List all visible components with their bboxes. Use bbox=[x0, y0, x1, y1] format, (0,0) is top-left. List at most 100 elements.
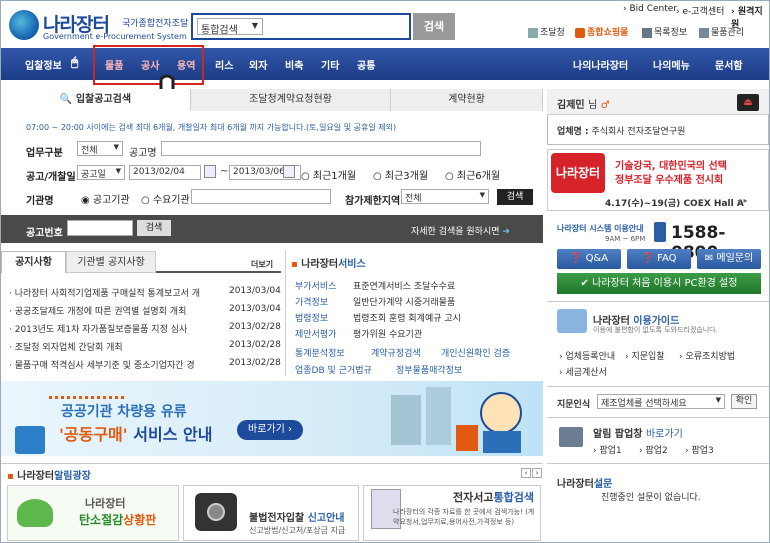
biz-type-label: 업무구분 bbox=[26, 148, 63, 159]
bid-center-link[interactable]: › Bid Center bbox=[623, 4, 677, 14]
nav-lease[interactable]: 리스 bbox=[215, 57, 233, 72]
notice-date: 2013/03/04 bbox=[229, 304, 281, 314]
guide-tax-link[interactable]: › 세금계산서 bbox=[559, 365, 607, 378]
goods-management-link[interactable]: 물품관리 bbox=[699, 25, 744, 38]
fuel-drum-icon bbox=[15, 426, 45, 454]
archive-desc: 나라장터의 각종 자료를 한 곳에서 검색가능! (계약요청서,업무지료,용어사… bbox=[393, 508, 535, 526]
contract-rules-link[interactable]: 계약규정검색 bbox=[371, 346, 421, 359]
period-3m-radio[interactable]: ○ 최근3개월 bbox=[373, 167, 428, 182]
notices-more-link[interactable]: 더보기 bbox=[251, 259, 273, 270]
popup-more-link[interactable]: 바로가기 bbox=[646, 429, 683, 440]
cart-icon bbox=[575, 27, 585, 38]
mouse-icon: 🖱 bbox=[71, 55, 79, 69]
services-title: ▪ 나라장터서비스 bbox=[291, 259, 366, 270]
question-icon: ❓ bbox=[569, 253, 583, 264]
service-key[interactable]: 가격정보 bbox=[295, 295, 328, 308]
notice-row[interactable]: · 2013년도 제1차 자가품질보증물품 지정 심사 bbox=[9, 322, 207, 335]
pc-setup-button[interactable]: ✔ 나라장터 처음 이용시 PC환경 설정 bbox=[557, 273, 761, 294]
goods-sale-link[interactable]: 정부물품매각정보 bbox=[396, 363, 462, 376]
industry-db-link[interactable]: 업종DB 및 근거법규 bbox=[295, 363, 372, 376]
tab-notices[interactable]: 공지사항 bbox=[1, 251, 66, 273]
agency-label: 기관명 bbox=[26, 196, 54, 207]
fingerprint-select[interactable]: 제조업체를 선택하세요 ▼ bbox=[597, 394, 725, 409]
biz-type-select[interactable]: 전체 ▼ bbox=[77, 141, 123, 156]
service-value[interactable]: 일반단가계약 시중거래물품 bbox=[353, 295, 455, 308]
service-key[interactable]: 부가서비스 bbox=[295, 279, 336, 292]
guide-fingerprint-link[interactable]: › 지문입찰 bbox=[625, 349, 665, 362]
notice-row[interactable]: · 조달청 외자업체 간담회 개최 bbox=[9, 340, 207, 353]
notice-row[interactable]: · 나라장터 사회적기업제품 구매실적 통계보고서 개 bbox=[9, 286, 207, 299]
expo-pager-icon[interactable]: ◂ ▸ bbox=[737, 196, 748, 205]
stats-link[interactable]: 통계분석정보 bbox=[295, 346, 345, 359]
identity-check-link[interactable]: 개인신원확인 검증 bbox=[441, 346, 510, 359]
period-6m-radio[interactable]: ○ 최근6개월 bbox=[445, 167, 500, 182]
archive-title: 전자서고통합검색 bbox=[453, 491, 534, 504]
service-key[interactable]: 법령정보 bbox=[295, 311, 328, 324]
notice-name-input[interactable] bbox=[161, 141, 481, 156]
service-value[interactable]: 평가위원 수요기관 bbox=[353, 327, 422, 340]
notice-number-input[interactable] bbox=[67, 220, 133, 236]
banner-line1: 공공기관 차량용 유류 bbox=[61, 404, 187, 420]
search-notice: 07:00 ~ 20:00 사이에는 검색 최대 6개월, 개찰일자 최대 6개… bbox=[26, 123, 397, 132]
popup-link-3[interactable]: › 팝업3 bbox=[685, 443, 714, 456]
catalog-link[interactable]: 목록정보 bbox=[642, 25, 687, 38]
calendar-from-icon[interactable] bbox=[204, 165, 216, 178]
tab-contract-request[interactable]: 조달청계약요청현황 bbox=[191, 89, 391, 111]
user-greeting: 김제민 님 ♂ bbox=[557, 100, 610, 111]
next-arrow-icon[interactable]: › bbox=[532, 468, 542, 478]
shopping-mall-link[interactable]: 종합쇼핑몰 bbox=[575, 25, 628, 38]
date-type-select[interactable]: 공고일 ▼ bbox=[77, 165, 125, 180]
nav-documents[interactable]: 문서함 bbox=[715, 57, 743, 72]
service-value[interactable]: 표준연계서비스 조달수수료 bbox=[353, 279, 455, 292]
nav-bid-info[interactable]: 입찰정보 bbox=[25, 57, 62, 72]
nav-stockpile[interactable]: 비축 bbox=[285, 57, 303, 72]
tab-bid-search[interactable]: 🔍 입찰공고검색 bbox=[1, 89, 191, 111]
agency-input[interactable] bbox=[191, 189, 331, 204]
logo-icon[interactable] bbox=[9, 10, 39, 40]
guide-error-link[interactable]: › 오류조치방법 bbox=[679, 349, 735, 362]
search-button[interactable]: 검색 bbox=[413, 13, 455, 40]
nav-my-menu[interactable]: 나의메뉴 bbox=[653, 57, 690, 72]
nav-my-naramarket[interactable]: 나의나라장터 bbox=[573, 57, 628, 72]
logout-icon[interactable]: ⏏ bbox=[737, 94, 759, 111]
services-bullet-icon: ▪ bbox=[291, 259, 298, 270]
fingerprint-confirm-button[interactable]: 확인 bbox=[731, 394, 757, 409]
agency-notice-radio[interactable]: ◉ 공고기관 bbox=[81, 191, 130, 206]
mail-button[interactable]: ✉ 메일문의 bbox=[697, 249, 761, 269]
agency-demand-radio[interactable]: ○ 수요기관 bbox=[141, 191, 190, 206]
nav-common[interactable]: 공통 bbox=[357, 57, 375, 72]
faq-button[interactable]: ❓ FAQ bbox=[627, 249, 691, 269]
banner-go-button[interactable]: 바로가기 › bbox=[237, 420, 303, 440]
region-select[interactable]: 전체 ▼ bbox=[401, 189, 489, 204]
service-key[interactable]: 제안서평가 bbox=[295, 327, 336, 340]
popup-link-1[interactable]: › 팝업1 bbox=[593, 443, 622, 456]
calendar-to-icon[interactable] bbox=[283, 165, 295, 178]
tab-agency-notices[interactable]: 기관별 공지사항 bbox=[66, 251, 156, 273]
chevron-down-icon: ▼ bbox=[251, 21, 258, 30]
notice-number-search-button[interactable]: 검색 bbox=[137, 220, 171, 236]
refuel-illustration-icon bbox=[391, 387, 522, 453]
nav-foreign[interactable]: 외자 bbox=[249, 57, 267, 72]
tab-contract-status[interactable]: 계약현황 bbox=[391, 89, 543, 111]
expo-line1: 기술강국, 대한민국의 선택 bbox=[615, 161, 727, 172]
advanced-search-link[interactable]: 자세한 검색을 원하시면 ➔ bbox=[411, 224, 510, 237]
search-category-select[interactable]: 통합검색 ▼ bbox=[197, 18, 263, 36]
period-1m-radio[interactable]: ○ 최근1개월 bbox=[301, 167, 356, 182]
building-icon bbox=[528, 27, 538, 38]
notice-row[interactable]: · 물품구매 적격심사 세부기준 및 중소기업자간 경 bbox=[9, 358, 207, 371]
logo-english: Government e-Procurement System bbox=[43, 32, 187, 41]
pps-link[interactable]: 조달청 bbox=[528, 25, 565, 38]
expo-line2: 정부조달 우수제품 전시회 bbox=[615, 175, 724, 186]
date-from-input[interactable]: 2013/02/04 bbox=[129, 165, 201, 180]
service-value[interactable]: 법령조회 훈령 회계예규 고시 bbox=[353, 311, 461, 324]
guide-register-link[interactable]: › 업체등록안내 bbox=[559, 349, 615, 362]
person-icon: ♂ bbox=[600, 100, 610, 111]
prev-arrow-icon[interactable]: ‹ bbox=[521, 468, 531, 478]
popup-link-2[interactable]: › 팝업2 bbox=[639, 443, 668, 456]
popup-title: 알림 팝업창 바로가기 bbox=[593, 429, 683, 440]
notice-row[interactable]: · 공공조달제도 개정에 따른 권역별 설명회 개최 bbox=[9, 304, 207, 317]
nav-etc[interactable]: 기타 bbox=[321, 57, 339, 72]
qna-button[interactable]: ❓ Q&A bbox=[557, 249, 621, 269]
e-service-center-link[interactable]: › e-고객센터 bbox=[676, 4, 724, 17]
bid-search-button[interactable]: 검색 bbox=[497, 189, 533, 205]
